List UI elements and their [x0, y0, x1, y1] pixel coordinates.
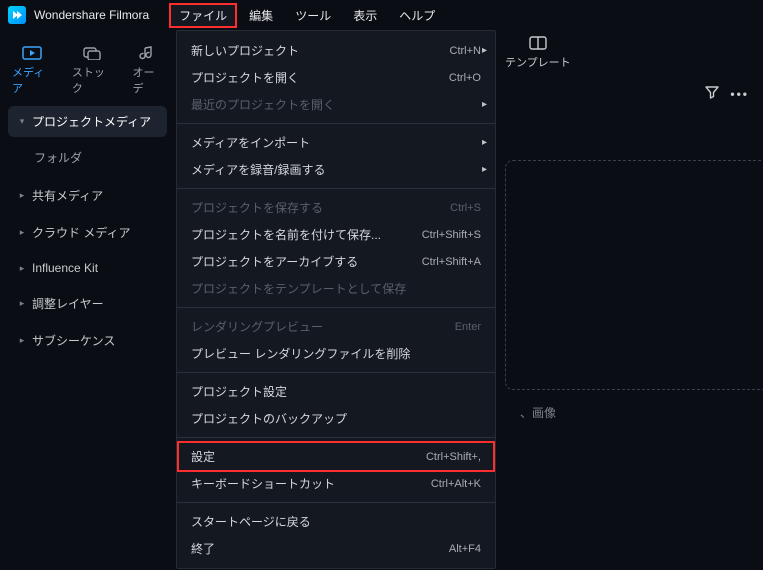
menu-item-終了[interactable]: 終了 Alt+F4: [177, 535, 495, 562]
tab-label: ストック: [72, 64, 113, 96]
menu-item-label: メディアを録音/録画する: [191, 161, 481, 178]
chevron-right-icon: ▸: [18, 300, 26, 308]
menu-separator: [177, 502, 495, 503]
menu-item-label: 設定: [191, 448, 414, 465]
menu-item-label: プロジェクト設定: [191, 383, 481, 400]
menu-ヘルプ[interactable]: ヘルプ: [389, 3, 445, 28]
menu-item-プロジェクトをテンプレートとして保存: プロジェクトをテンプレートとして保存: [177, 275, 495, 302]
sidebar-item-label: 調整レイヤー: [32, 295, 104, 312]
menu-item-label: プロジェクトをテンプレートとして保存: [191, 280, 481, 297]
menu-item-プロジェクトのバックアップ[interactable]: プロジェクトのバックアップ: [177, 405, 495, 432]
menu-item-最近のプロジェクトを開く: 最近のプロジェクトを開く▸: [177, 91, 495, 118]
chevron-right-icon: ▸: [482, 45, 487, 56]
sidebar-subitem-フォルダ[interactable]: フォルダ: [8, 143, 167, 180]
menu-item-プロジェクト設定[interactable]: プロジェクト設定: [177, 378, 495, 405]
tab-template[interactable]: テンプレート: [505, 36, 571, 70]
menu-item-スタートページに戻る[interactable]: スタートページに戻る: [177, 508, 495, 535]
chevron-right-icon: ▸: [18, 229, 26, 237]
tab-label: メディア: [12, 64, 52, 96]
menu-表示[interactable]: 表示: [343, 3, 387, 28]
menu-item-label: プロジェクトを開く: [191, 69, 437, 86]
chevron-right-icon: ▸: [482, 137, 487, 148]
menu-item-shortcut: Ctrl+N: [450, 45, 481, 57]
sidebar-item-クラウド メディア[interactable]: ▸ クラウド メディア: [8, 217, 167, 248]
chevron-right-icon: ▸: [482, 99, 487, 110]
tab-オーデ[interactable]: オーデ: [133, 46, 163, 96]
app-title: Wondershare Filmora: [34, 8, 149, 22]
menu-item-label: プロジェクトのバックアップ: [191, 410, 481, 427]
menu-ファイル[interactable]: ファイル: [169, 3, 237, 28]
app-logo: [8, 6, 26, 24]
menu-item-label: スタートページに戻る: [191, 513, 481, 530]
menu-item-プロジェクトを保存する: プロジェクトを保存する Ctrl+S: [177, 194, 495, 221]
sidebar-item-Influence Kit[interactable]: ▸ Influence Kit: [8, 254, 167, 282]
menu-item-label: プロジェクトをアーカイブする: [191, 253, 410, 270]
menu-item-新しいプロジェクト[interactable]: 新しいプロジェクト Ctrl+N▸: [177, 37, 495, 64]
menu-separator: [177, 188, 495, 189]
menu-item-プレビュー レンダリングファイルを削除[interactable]: プレビュー レンダリングファイルを削除: [177, 340, 495, 367]
tab-メディア[interactable]: メディア: [12, 46, 52, 96]
menu-item-shortcut: Ctrl+Shift+,: [426, 451, 481, 463]
menu-separator: [177, 123, 495, 124]
sidebar-item-label: サブシーケンス: [32, 332, 115, 349]
menu-item-メディアを録音/録画する[interactable]: メディアを録音/録画する▸: [177, 156, 495, 183]
menu-item-shortcut: Ctrl+O: [449, 72, 481, 84]
sidebar-item-label: 共有メディア: [32, 187, 103, 204]
menu-item-shortcut: Ctrl+Shift+A: [422, 256, 481, 268]
menu-item-キーボードショートカット[interactable]: キーボードショートカット Ctrl+Alt+K: [177, 470, 495, 497]
menu-item-プロジェクトを開く[interactable]: プロジェクトを開く Ctrl+O: [177, 64, 495, 91]
sidebar-item-サブシーケンス[interactable]: ▸ サブシーケンス: [8, 325, 167, 356]
menu-item-label: プレビュー レンダリングファイルを削除: [191, 345, 481, 362]
menu-item-shortcut: Enter: [455, 321, 481, 333]
drop-hint-text: 、画像: [520, 404, 556, 421]
chevron-right-icon: ▸: [18, 264, 26, 272]
audio-icon: [138, 46, 158, 60]
menu-separator: [177, 372, 495, 373]
menu-separator: [177, 437, 495, 438]
menu-item-label: プロジェクトを名前を付けて保存...: [191, 226, 410, 243]
menu-item-shortcut: Ctrl+S: [450, 202, 481, 214]
menu-ツール[interactable]: ツール: [285, 3, 341, 28]
menu-item-label: 新しいプロジェクト: [191, 42, 438, 59]
menu-item-label: 終了: [191, 540, 437, 557]
menu-separator: [177, 307, 495, 308]
sidebar-item-共有メディア[interactable]: ▸ 共有メディア: [8, 180, 167, 211]
filter-icon[interactable]: [704, 84, 720, 103]
menu-item-メディアをインポート[interactable]: メディアをインポート▸: [177, 129, 495, 156]
tab-label: テンプレート: [505, 54, 571, 70]
tab-label: オーデ: [133, 64, 163, 96]
menu-item-レンダリングプレビュー: レンダリングプレビュー Enter: [177, 313, 495, 340]
stock-icon: [82, 46, 102, 60]
menu-item-shortcut: Ctrl+Alt+K: [431, 478, 481, 490]
sidebar-item-label: Influence Kit: [32, 261, 98, 275]
media-icon: [22, 46, 42, 60]
chevron-down-icon: ▾: [18, 118, 26, 126]
template-icon: [529, 36, 547, 50]
menu-item-プロジェクトをアーカイブする[interactable]: プロジェクトをアーカイブする Ctrl+Shift+A: [177, 248, 495, 275]
sidebar-item-label: プロジェクトメディア: [32, 113, 151, 130]
menu-item-プロジェクトを名前を付けて保存...[interactable]: プロジェクトを名前を付けて保存... Ctrl+Shift+S: [177, 221, 495, 248]
menu-item-label: 最近のプロジェクトを開く: [191, 96, 481, 113]
menu-item-label: メディアをインポート: [191, 134, 481, 151]
more-icon[interactable]: •••: [730, 87, 749, 101]
sidebar-item-label: クラウド メディア: [32, 224, 131, 241]
sidebar-item-プロジェクトメディア[interactable]: ▾ プロジェクトメディア: [8, 106, 167, 137]
menu-item-label: キーボードショートカット: [191, 475, 419, 492]
menu-item-label: レンダリングプレビュー: [191, 318, 443, 335]
menu-item-shortcut: Alt+F4: [449, 543, 481, 555]
sidebar-item-調整レイヤー[interactable]: ▸ 調整レイヤー: [8, 288, 167, 319]
menu-item-shortcut: Ctrl+Shift+S: [422, 229, 481, 241]
chevron-right-icon: ▸: [18, 337, 26, 345]
menu-item-設定[interactable]: 設定 Ctrl+Shift+,: [177, 441, 495, 472]
menu-item-label: プロジェクトを保存する: [191, 199, 438, 216]
chevron-right-icon: ▸: [482, 164, 487, 175]
tab-ストック[interactable]: ストック: [72, 46, 113, 96]
file-menu-dropdown: 新しいプロジェクトCtrl+N▸プロジェクトを開くCtrl+O最近のプロジェクト…: [176, 30, 496, 569]
chevron-right-icon: ▸: [18, 192, 26, 200]
menu-編集[interactable]: 編集: [239, 3, 283, 28]
media-drop-area[interactable]: [505, 160, 763, 390]
